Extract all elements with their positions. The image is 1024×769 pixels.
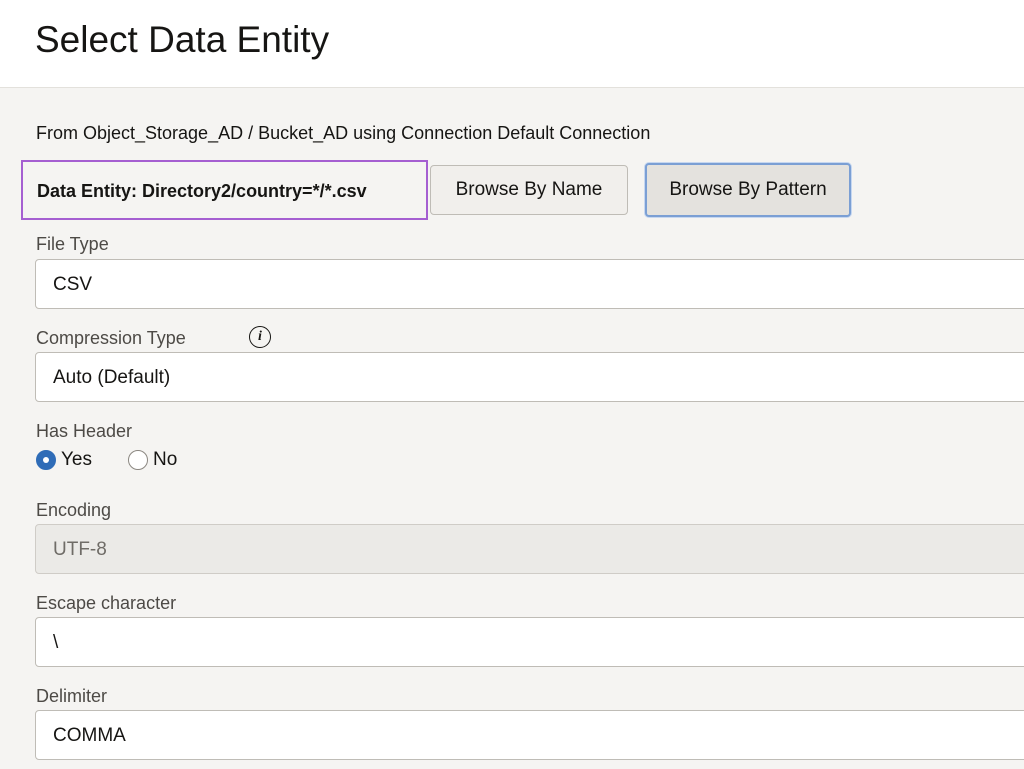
escape-character-value: \ <box>53 632 59 653</box>
source-description: From Object_Storage_AD / Bucket_AD using… <box>36 123 651 143</box>
page-header: Select Data Entity <box>0 0 1024 88</box>
has-header-yes-label[interactable]: Yes <box>61 448 92 472</box>
data-entity-label: Data Entity: Directory2/country=*/*.csv <box>37 181 367 201</box>
delimiter-label: Delimiter <box>36 686 108 706</box>
has-header-label: Has Header <box>36 421 133 441</box>
file-type-label: File Type <box>36 234 109 254</box>
has-header-no-radio[interactable] <box>128 450 148 470</box>
delimiter-select[interactable]: COMMA <box>35 710 1024 760</box>
encoding-value: UTF-8 <box>53 539 107 560</box>
escape-character-input[interactable]: \ <box>35 617 1024 667</box>
browse-by-pattern-button[interactable]: Browse By Pattern <box>645 163 851 217</box>
page-title: Select Data Entity <box>35 19 330 60</box>
data-entity-highlight: Data Entity: Directory2/country=*/*.csv <box>21 160 428 220</box>
info-icon[interactable]: i <box>249 326 271 348</box>
file-type-select[interactable]: CSV <box>35 259 1024 309</box>
file-type-value: CSV <box>53 274 93 295</box>
encoding-field: UTF-8 <box>35 524 1024 574</box>
delimiter-value: COMMA <box>53 725 126 746</box>
compression-type-select[interactable]: Auto (Default) <box>35 352 1024 402</box>
has-header-yes-radio[interactable] <box>36 450 56 470</box>
compression-type-value: Auto (Default) <box>53 367 171 388</box>
compression-type-label: Compression Type <box>36 328 186 348</box>
encoding-label: Encoding <box>36 500 112 520</box>
escape-character-label: Escape character <box>36 593 177 613</box>
has-header-no-label[interactable]: No <box>153 448 177 472</box>
browse-by-name-button[interactable]: Browse By Name <box>430 165 628 215</box>
